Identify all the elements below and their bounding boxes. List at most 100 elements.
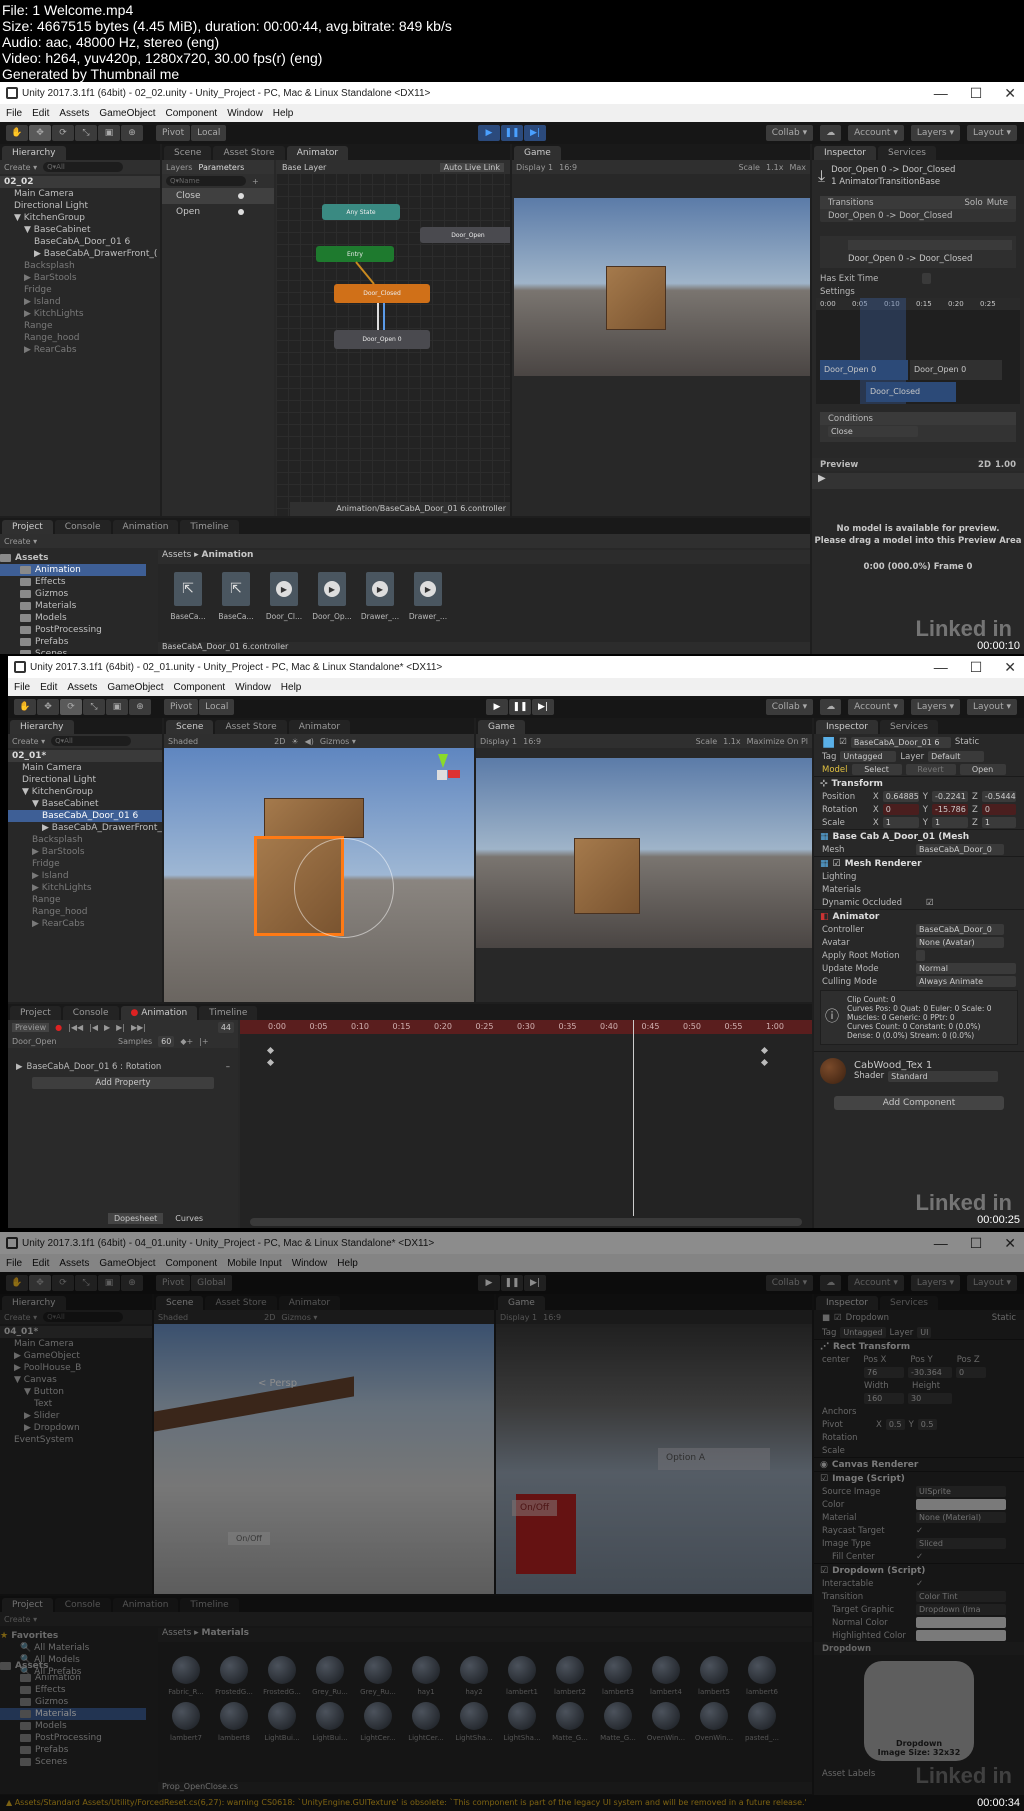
breadcrumb-current[interactable]: Animation	[202, 550, 254, 560]
scale-z[interactable]: 1	[981, 817, 1016, 828]
scale-y[interactable]: 1	[931, 817, 969, 828]
menu-component[interactable]: Component	[166, 1258, 218, 1269]
material-asset[interactable]: lambert2	[546, 1656, 594, 1696]
game-viewport[interactable]	[514, 198, 810, 376]
shading-mode-dropdown[interactable]: Shaded	[168, 737, 198, 746]
clip-dropdown[interactable]: Door_Open	[12, 1037, 112, 1046]
rotation-y[interactable]: -15.786	[931, 804, 969, 815]
hierarchy-item[interactable]: ▼ BaseCabinet	[8, 798, 162, 810]
active-checkbox[interactable]: ☑	[834, 1313, 842, 1323]
hierarchy-item[interactable]: ▶ BarStools	[0, 272, 160, 284]
play-button[interactable]: ▶	[486, 699, 508, 715]
move-tool-icon[interactable]: ✥	[29, 1275, 51, 1291]
account-dropdown[interactable]: Account ▾	[848, 1275, 904, 1291]
cloud-icon[interactable]: ☁	[820, 699, 842, 715]
animation-clip-asset[interactable]: ▶ Door_Cl...	[260, 572, 308, 621]
scene-onoff-button[interactable]: On/Off	[228, 1532, 270, 1545]
preview-2d-toggle[interactable]: 2D	[978, 460, 991, 470]
material-asset[interactable]: OvenWin...	[642, 1702, 690, 1742]
time-ruler[interactable]: 0:00 0:05 0:10 0:15 0:20 0:25 0:30 0:35 0:40 0:45…	[240, 1020, 812, 1034]
pause-button[interactable]: ❚❚	[509, 699, 531, 715]
folder-item[interactable]: Animation	[0, 1672, 146, 1684]
material-asset[interactable]: LightSha...	[498, 1702, 546, 1742]
folder-item[interactable]: Effects	[0, 576, 146, 588]
summary-keyframe[interactable]	[266, 1046, 275, 1055]
local-toggle[interactable]: Local	[199, 699, 235, 715]
material-asset[interactable]: OvenWin...	[690, 1702, 738, 1742]
menu-mobile-input[interactable]: Mobile Input	[227, 1258, 281, 1269]
rotation-x[interactable]: 0	[882, 804, 919, 815]
scene-root[interactable]: 04_01*	[0, 1326, 152, 1338]
menu-component[interactable]: Component	[174, 682, 226, 693]
layers-dropdown[interactable]: Layers ▾	[910, 699, 961, 715]
horizontal-scrollbar[interactable]	[250, 1218, 802, 1226]
scene-orientation-gizmo[interactable]	[424, 754, 460, 798]
game-viewport[interactable]	[476, 758, 812, 948]
material-asset[interactable]: hay2	[450, 1656, 498, 1696]
maximize-toggle[interactable]: Maximize On Pl	[747, 737, 808, 746]
hierarchy-item[interactable]: Range	[8, 894, 162, 906]
add-component-button[interactable]: Add Component	[834, 1096, 1004, 1110]
hierarchy-item[interactable]: Range_hood	[8, 906, 162, 918]
menu-gameobject[interactable]: GameObject	[99, 108, 155, 119]
rect-tool-icon[interactable]: ▣	[98, 1275, 120, 1291]
apply-root-motion-checkbox[interactable]	[916, 950, 925, 961]
tab-console[interactable]: Console	[62, 1006, 119, 1020]
parameter-close[interactable]: Close	[162, 188, 274, 204]
position-x[interactable]: 0.64885	[882, 791, 919, 802]
hierarchy-item[interactable]: Text	[0, 1398, 152, 1410]
tab-hierarchy[interactable]: Hierarchy	[10, 720, 74, 734]
hierarchy-item[interactable]: ▼ KitchenGroup	[0, 212, 160, 224]
tab-console[interactable]: Console	[54, 520, 111, 534]
material-asset[interactable]: Grey_Ru...	[354, 1656, 402, 1696]
hand-tool-icon[interactable]: ✋	[6, 125, 28, 141]
shading-mode-dropdown[interactable]: Shaded	[158, 1313, 188, 1322]
rotation-keyframe[interactable]	[266, 1058, 275, 1067]
tab-game[interactable]: Game	[498, 1296, 545, 1310]
rect-tool-icon[interactable]: ▣	[106, 699, 128, 715]
tab-asset-store[interactable]: Asset Store	[213, 146, 285, 160]
favorites-header[interactable]: ★ Favorites	[0, 1630, 146, 1642]
menu-edit[interactable]: Edit	[32, 108, 49, 119]
shader-dropdown[interactable]: Standard	[888, 1071, 999, 1082]
menu-window[interactable]: Window	[235, 682, 271, 693]
material-asset[interactable]: LightSha...	[450, 1702, 498, 1742]
position-y[interactable]: -0.2241	[931, 791, 969, 802]
scale-value[interactable]: 1.1x	[723, 737, 740, 746]
tab-services[interactable]: Services	[879, 720, 938, 734]
create-dropdown[interactable]: Create ▾	[4, 537, 37, 546]
rotation-z[interactable]: 0	[981, 804, 1016, 815]
cloud-icon[interactable]: ☁	[820, 125, 842, 141]
layout-dropdown[interactable]: Layout ▾	[967, 125, 1017, 141]
transition-name-field[interactable]	[848, 240, 1012, 250]
breadcrumb-root[interactable]: Assets	[162, 550, 191, 560]
transform-tool-icon[interactable]: ⊕	[121, 1275, 143, 1291]
layer-dropdown[interactable]: Default	[928, 751, 985, 762]
entry-transition[interactable]	[355, 261, 375, 285]
culling-mode-dropdown[interactable]: Always Animate	[916, 976, 1016, 987]
menu-window[interactable]: Window	[292, 1258, 328, 1269]
summary-keyframe[interactable]	[760, 1046, 769, 1055]
interactable-checkbox[interactable]: ✓	[916, 1579, 923, 1589]
folder-item[interactable]: Materials	[0, 1708, 146, 1720]
revert-button[interactable]: Revert	[905, 764, 956, 775]
pos-x-field[interactable]: 76	[864, 1367, 904, 1378]
add-event-icon[interactable]: |+	[199, 1037, 208, 1046]
highlighted-color-swatch[interactable]	[916, 1630, 1006, 1641]
tab-scene[interactable]: Scene	[166, 720, 214, 734]
maximize-button[interactable]: ☐	[970, 82, 983, 104]
breadcrumb-root[interactable]: Assets	[162, 1628, 191, 1638]
scene-root[interactable]: 02_01*	[8, 750, 162, 762]
menu-assets[interactable]: Assets	[59, 108, 89, 119]
parameters-subtab[interactable]: Parameters	[198, 163, 244, 172]
material-asset[interactable]: FrostedG...	[258, 1656, 306, 1696]
option-a-dropdown[interactable]: Option A	[658, 1448, 770, 1470]
material-asset[interactable]: lambert1	[498, 1656, 546, 1696]
tab-animator[interactable]: Animator	[278, 1296, 341, 1310]
menu-help[interactable]: Help	[337, 1258, 358, 1269]
hierarchy-item[interactable]: Fridge	[0, 284, 160, 296]
animator-header[interactable]: Animator	[833, 912, 880, 922]
pos-y-field[interactable]: -30.364	[908, 1367, 952, 1378]
material-asset[interactable]: lambert4	[642, 1656, 690, 1696]
transform-tool-icon[interactable]: ⊕	[129, 699, 151, 715]
